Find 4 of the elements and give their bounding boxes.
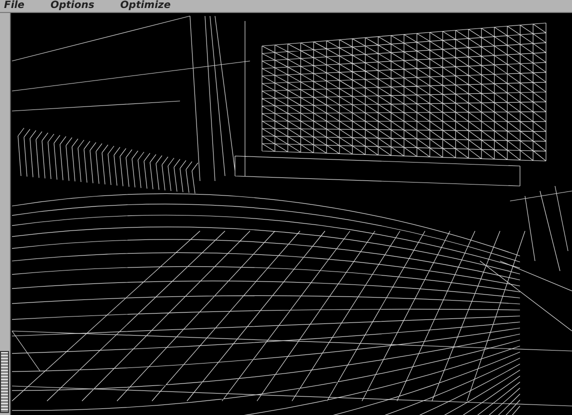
menu-item[interactable]: File bbox=[0, 0, 32, 12]
menu-item[interactable]: Options bbox=[46, 0, 102, 12]
menu-item[interactable]: Optimize bbox=[116, 0, 179, 12]
ruler-widget[interactable] bbox=[0, 351, 9, 413]
